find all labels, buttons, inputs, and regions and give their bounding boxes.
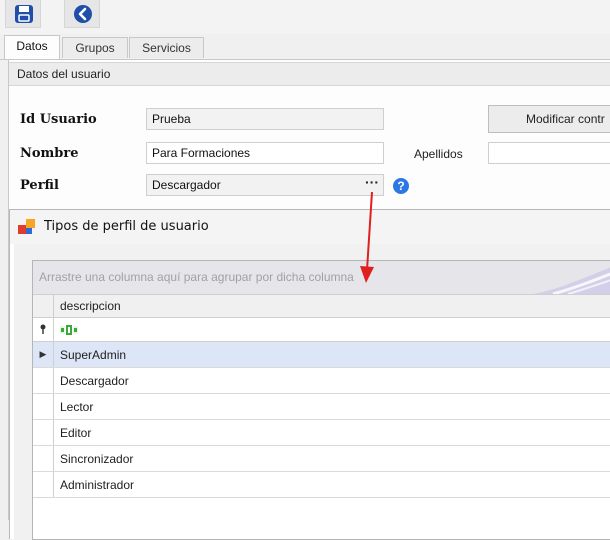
row-indicator [33, 446, 54, 471]
table-row[interactable]: Sincronizador [33, 446, 610, 472]
descripcion-cell: Lector [60, 400, 94, 414]
filter-row[interactable] [33, 318, 610, 342]
id-usuario-label: Id Usuario [20, 112, 97, 127]
descripcion-cell: SuperAdmin [60, 348, 127, 362]
section-title: Datos del usuario [9, 62, 610, 86]
pin-icon [33, 318, 54, 341]
help-icon[interactable]: ? [393, 178, 409, 194]
row-indicator [33, 394, 54, 419]
id-usuario-field[interactable]: Prueba [146, 108, 384, 130]
decorative-swoosh [533, 267, 610, 294]
nombre-label: Nombre [20, 146, 79, 161]
apellidos-label: Apellidos [414, 147, 463, 161]
abc-filter-icon [60, 325, 78, 335]
table-row[interactable]: Lector [33, 394, 610, 420]
apellidos-field[interactable] [488, 142, 610, 164]
tab-servicios[interactable]: Servicios [129, 37, 204, 58]
save-button[interactable] [5, 0, 41, 28]
column-descripcion-header[interactable]: descripcion [60, 299, 121, 313]
tab-datos[interactable]: Datos [4, 35, 60, 60]
row-indicator [33, 368, 54, 393]
toolbar [0, 0, 610, 34]
window-title: Tipos de perfil de usuario [44, 219, 209, 234]
profiles-grid: Arrastre una columna aquí para agrupar p… [32, 260, 610, 540]
descripcion-cell: Editor [60, 426, 92, 440]
descripcion-cell: Descargador [60, 374, 129, 388]
row-indicator-arrow-icon: ▶ [33, 342, 54, 367]
group-hint-text: Arrastre una columna aquí para agrupar p… [39, 270, 354, 284]
table-row[interactable]: Descargador [33, 368, 610, 394]
window-body: Arrastre una columna aquí para agrupar p… [14, 244, 610, 540]
window-titlebar: Tipos de perfil de usuario [10, 210, 610, 244]
profile-types-window: Tipos de perfil de usuario Arrastre una … [9, 209, 610, 540]
table-row[interactable]: Administrador [33, 472, 610, 498]
row-indicator [33, 420, 54, 445]
descripcion-cell: Administrador [60, 478, 135, 492]
column-header: descripcion [33, 294, 610, 318]
floppy-disk-icon [15, 5, 33, 23]
tab-grupos[interactable]: Grupos [62, 37, 128, 58]
perfil-label: Perfil [20, 178, 59, 193]
app-icon [18, 219, 35, 234]
descripcion-cell: Sincronizador [60, 452, 134, 466]
group-by-panel[interactable]: Arrastre una columna aquí para agrupar p… [33, 261, 610, 294]
modify-password-button[interactable]: Modificar contr [488, 105, 610, 133]
tab-strip: Datos Grupos Servicios [0, 35, 610, 60]
table-row[interactable]: ▶ SuperAdmin [33, 342, 610, 368]
header-indicator [33, 295, 54, 317]
table-row[interactable]: Editor [33, 420, 610, 446]
ellipsis-button[interactable]: ··· [362, 175, 382, 194]
nombre-field[interactable]: Para Formaciones [146, 142, 384, 164]
row-indicator [33, 472, 54, 497]
perfil-field[interactable]: Descargador [146, 174, 384, 196]
back-circle-icon [74, 5, 92, 23]
back-button[interactable] [64, 0, 100, 28]
